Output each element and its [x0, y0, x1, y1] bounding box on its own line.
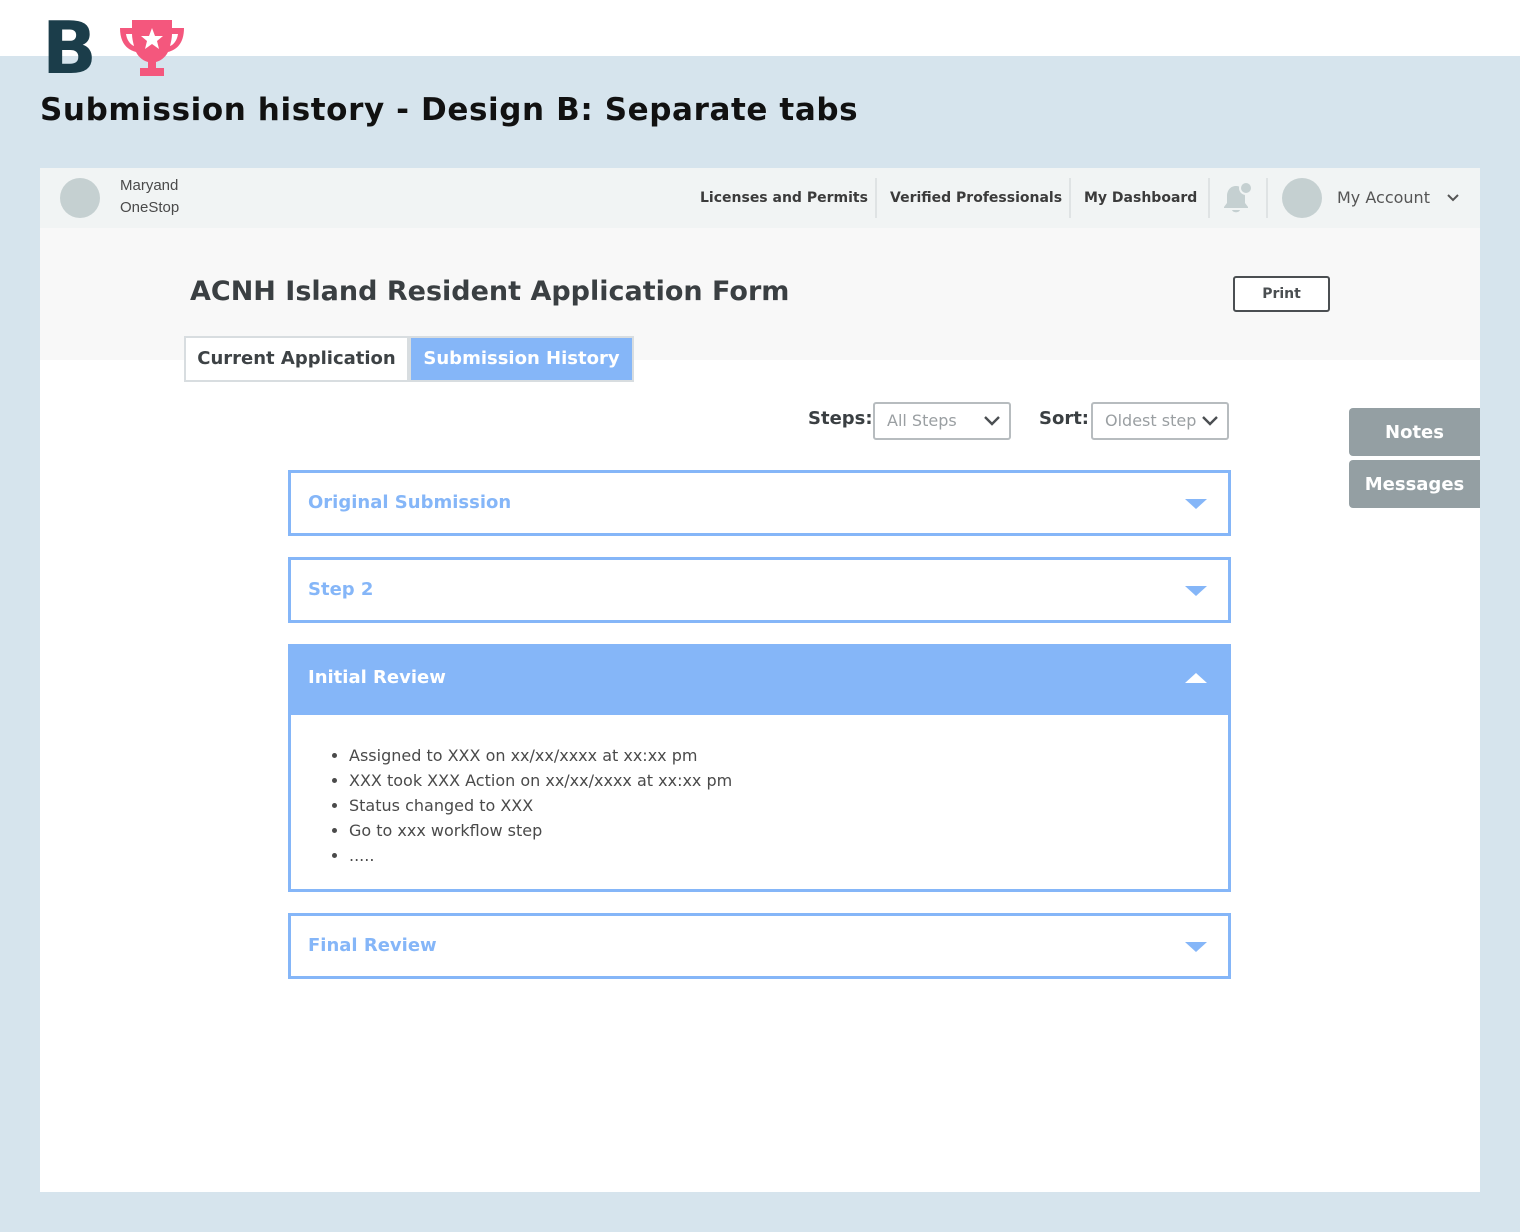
- history-event: Go to xxx workflow step: [349, 818, 732, 843]
- sort-label: Sort:: [1039, 408, 1090, 429]
- accordion-label: Final Review: [308, 935, 437, 956]
- chevron-down-icon: [1202, 416, 1218, 426]
- brand-line-1: Maryand: [120, 177, 179, 194]
- tab-submission-history[interactable]: Submission History: [409, 336, 634, 382]
- top-strip: [0, 0, 1520, 56]
- steps-select[interactable]: All Steps: [873, 402, 1011, 440]
- initial-review-details: Assigned to XXX on xx/xx/xxxx at xx:xx p…: [288, 712, 1231, 892]
- notes-button[interactable]: Notes: [1349, 408, 1480, 456]
- brand-name[interactable]: Maryand OneStop: [120, 175, 240, 219]
- steps-select-value: All Steps: [887, 411, 957, 430]
- nav-divider: [1208, 178, 1210, 218]
- steps-label: Steps:: [808, 408, 873, 429]
- nav-divider: [1266, 178, 1268, 218]
- page-title: ACNH Island Resident Application Form: [190, 276, 790, 307]
- accordion-original-submission[interactable]: Original Submission: [288, 470, 1231, 536]
- history-event: XXX took XXX Action on xx/xx/xxxx at xx:…: [349, 768, 732, 793]
- my-account-menu[interactable]: My Account: [1337, 168, 1430, 228]
- nav-my-dashboard[interactable]: My Dashboard: [1084, 168, 1197, 228]
- nav-licenses-permits[interactable]: Licenses and Permits: [700, 168, 868, 228]
- messages-button[interactable]: Messages: [1349, 460, 1480, 508]
- nav-divider: [1069, 178, 1071, 218]
- chevron-down-icon[interactable]: [1445, 190, 1461, 206]
- trophy-icon: [120, 20, 184, 76]
- bell-icon[interactable]: [1220, 180, 1256, 216]
- sort-select-value: Oldest step: [1105, 411, 1197, 430]
- accordion-label: Step 2: [308, 579, 374, 600]
- caret-down-icon: [1185, 499, 1207, 509]
- accordion-step-2[interactable]: Step 2: [288, 557, 1231, 623]
- app-frame: Maryand OneStop Licenses and Permits Ver…: [40, 168, 1480, 1192]
- history-event: Assigned to XXX on xx/xx/xxxx at xx:xx p…: [349, 743, 732, 768]
- design-letter: B: [42, 6, 97, 90]
- print-button[interactable]: Print: [1233, 276, 1330, 312]
- brand-line-2: OneStop: [120, 199, 180, 216]
- avatar[interactable]: [1282, 178, 1322, 218]
- history-event: Status changed to XXX: [349, 793, 732, 818]
- caret-down-icon: [1185, 942, 1207, 952]
- caret-up-icon: [1185, 673, 1207, 683]
- accordion-label: Initial Review: [308, 667, 446, 688]
- history-event: .....: [349, 843, 732, 868]
- accordion-label: Original Submission: [308, 492, 512, 513]
- accordion-final-review[interactable]: Final Review: [288, 913, 1231, 979]
- history-event-list: Assigned to XXX on xx/xx/xxxx at xx:xx p…: [349, 743, 732, 868]
- nav-divider: [875, 178, 877, 218]
- nav-verified-professionals[interactable]: Verified Professionals: [890, 168, 1062, 228]
- caret-down-icon: [1185, 586, 1207, 596]
- accordion-initial-review[interactable]: Initial Review: [288, 644, 1231, 712]
- top-navbar: Maryand OneStop Licenses and Permits Ver…: [40, 168, 1480, 228]
- brand-logo[interactable]: [60, 178, 100, 218]
- chevron-down-icon: [984, 416, 1000, 426]
- design-title: Submission history - Design B: Separate …: [40, 92, 859, 128]
- sort-select[interactable]: Oldest step: [1091, 402, 1229, 440]
- tab-current-application[interactable]: Current Application: [184, 336, 409, 382]
